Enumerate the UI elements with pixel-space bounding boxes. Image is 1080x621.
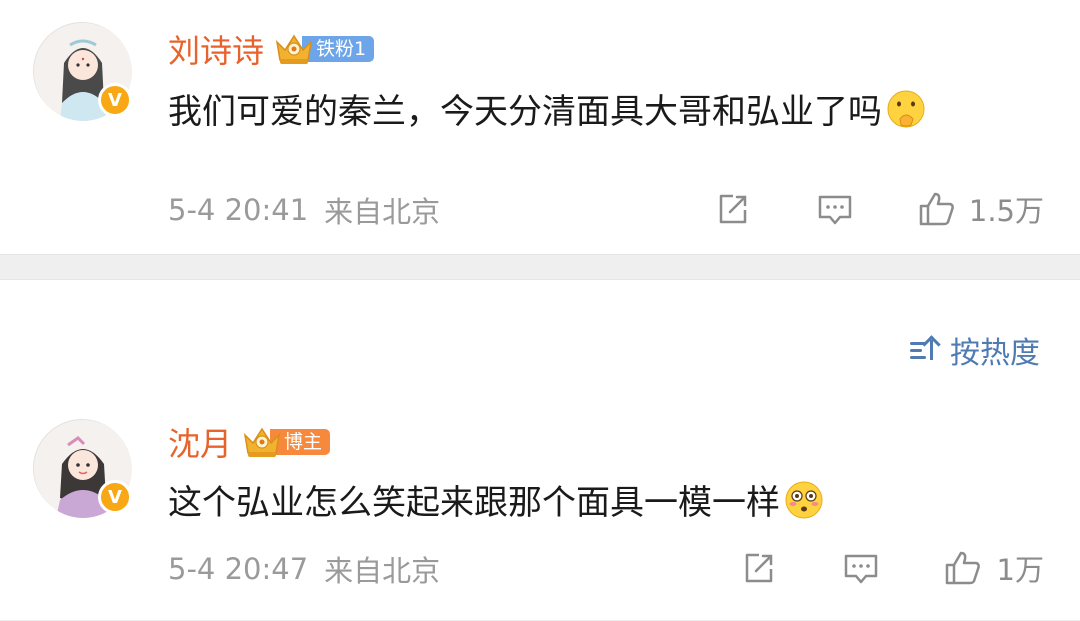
name-row: 沈月 博主 — [168, 419, 331, 465]
crown-icon — [243, 427, 281, 457]
verified-badge: V — [98, 480, 132, 514]
comment-meta: 5-4 20:41 来自北京 1.5万 — [168, 189, 1044, 231]
share-button[interactable] — [739, 548, 779, 588]
comment-button[interactable] — [815, 189, 855, 229]
comment-button[interactable] — [841, 548, 881, 588]
thumbs-up-icon — [945, 551, 980, 585]
share-button[interactable] — [713, 189, 753, 229]
comment-text: 我们可爱的秦兰，今天分清面具大哥和弘业了吗 — [168, 92, 882, 132]
thumbs-up-icon — [919, 192, 954, 226]
share-icon — [719, 194, 747, 224]
comment-text-row: 我们可爱的秦兰，今天分清面具大哥和弘业了吗 — [168, 84, 926, 133]
verified-badge: V — [98, 83, 132, 117]
like-button[interactable]: 1.5万 — [917, 188, 1044, 230]
fan-badge[interactable]: 铁粉1 — [274, 33, 375, 65]
sort-by-hot-button[interactable]: 按热度 — [908, 330, 1040, 371]
share-icon — [745, 553, 772, 583]
fan-badge[interactable]: 博主 — [242, 426, 331, 458]
crown-icon — [275, 34, 313, 64]
comment-location: 来自北京 — [324, 554, 441, 588]
avatar[interactable]: V — [33, 22, 132, 121]
comment-time: 5-4 20:47 — [168, 552, 309, 586]
sort-label: 按热度 — [950, 336, 1040, 371]
shushing-face-emoji — [887, 90, 925, 127]
sort-icon — [908, 336, 944, 364]
comment-location: 来自北京 — [324, 195, 441, 229]
comment-item: V 刘诗诗 铁粉1 我们可爱的秦兰，今天分清面具大哥和弘业了吗 5-4 20:4… — [0, 0, 1080, 254]
comment-meta: 5-4 20:47 来自北京 1万 — [168, 548, 1044, 590]
like-count: 1.5万 — [968, 194, 1044, 228]
username[interactable]: 刘诗诗 — [168, 26, 264, 72]
flushed-face-emoji — [785, 481, 823, 518]
comment-actions: 1万 — [739, 548, 1044, 588]
like-count: 1万 — [996, 553, 1044, 587]
name-row: 刘诗诗 铁粉1 — [168, 26, 375, 72]
comment-icon — [844, 554, 877, 584]
comment-actions: 1.5万 — [713, 189, 1044, 229]
like-button[interactable]: 1万 — [943, 547, 1044, 589]
section-divider — [0, 254, 1080, 280]
comment-time: 5-4 20:41 — [168, 193, 309, 227]
username[interactable]: 沈月 — [168, 419, 232, 465]
avatar[interactable]: V — [33, 419, 132, 518]
comment-item: V 沈月 博主 这个弘业怎么笑起来跟那个面具一模一样 5-4 20:47 来自北… — [0, 395, 1080, 621]
comment-text: 这个弘业怎么笑起来跟那个面具一模一样 — [168, 483, 780, 523]
comment-icon — [818, 195, 852, 225]
comment-text-row: 这个弘业怎么笑起来跟那个面具一模一样 — [168, 475, 824, 524]
